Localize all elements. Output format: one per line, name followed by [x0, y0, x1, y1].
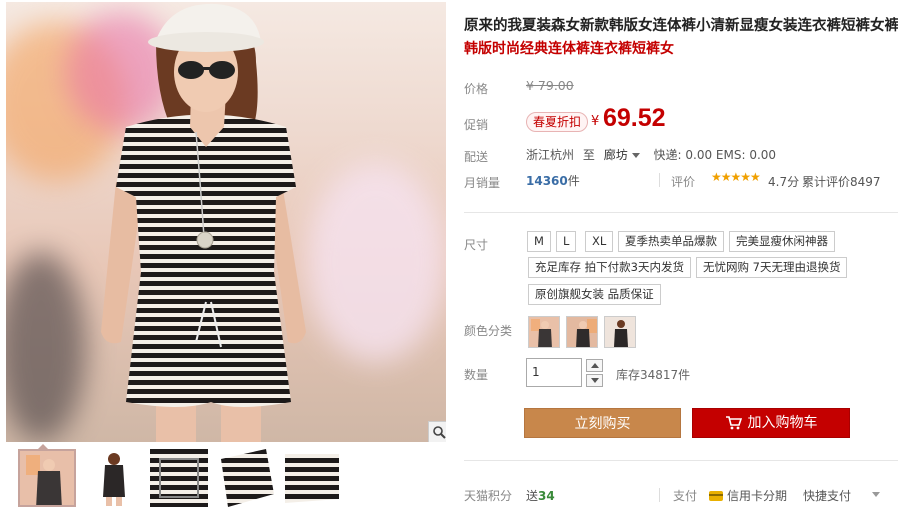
- quick-pay[interactable]: 快捷支付: [803, 487, 851, 504]
- monthly-sales-count: 14360: [526, 174, 568, 188]
- monthly-sales-unit: 件: [567, 174, 580, 188]
- credit-card-icon: [709, 491, 723, 501]
- thumbnail-1[interactable]: [18, 449, 76, 507]
- shipping-origin: 浙江杭州: [526, 148, 575, 162]
- shipping-info: 浙江杭州 至 廊坊 快递: 0.00 EMS: 0.00: [526, 146, 776, 163]
- divider: [464, 212, 898, 213]
- divider: [464, 460, 898, 461]
- payment-label: 支付: [673, 489, 698, 503]
- promo-label: 促销: [464, 118, 489, 132]
- promo-currency: ¥: [591, 114, 600, 129]
- magnifier-icon: [433, 426, 446, 439]
- points-number: 34: [538, 489, 555, 503]
- size-option[interactable]: 无忧网购 7天无理由退换货: [696, 257, 848, 278]
- chevron-down-icon[interactable]: [872, 492, 880, 497]
- zoom-button[interactable]: [428, 421, 446, 442]
- quantity-input[interactable]: 1: [526, 358, 582, 387]
- thumbnail-2[interactable]: [85, 449, 143, 507]
- add-to-cart-button[interactable]: 加入购物车: [692, 408, 850, 438]
- size-option[interactable]: M: [527, 231, 551, 252]
- credit-card-label: 信用卡分期: [727, 489, 788, 503]
- product-subtitle: 韩版时尚经典连体裤连衣裤短裤女: [464, 41, 674, 57]
- promo-price: 69.52: [603, 104, 666, 132]
- shipping-to: 至: [582, 148, 595, 162]
- promo-badge: 春夏折扣: [526, 112, 589, 132]
- size-option[interactable]: L: [556, 231, 577, 252]
- size-option[interactable]: 原创旗舰女装 品质保证: [528, 284, 661, 305]
- shipping-destination: 廊坊: [603, 148, 628, 162]
- monthly-sales-label: 月销量: [464, 176, 501, 190]
- size-option[interactable]: 充足库存 拍下付款3天内发货: [528, 257, 691, 278]
- stock-count: 库存34817件: [616, 368, 691, 382]
- color-label: 颜色分类: [464, 324, 513, 338]
- thumbnail-5[interactable]: [283, 449, 341, 507]
- quantity-decrease-button[interactable]: [586, 374, 603, 387]
- size-option[interactable]: 完美显瘦休闲神器: [729, 231, 835, 252]
- chevron-down-icon: [590, 378, 599, 383]
- model-figure: [101, 3, 306, 442]
- color-swatch-2[interactable]: [566, 316, 598, 348]
- size-option[interactable]: XL: [585, 231, 614, 252]
- quantity-label: 数量: [464, 368, 489, 382]
- add-to-cart-label: 加入购物车: [747, 415, 818, 431]
- credit-card-installment[interactable]: 信用卡分期: [709, 487, 787, 504]
- main-product-image: [6, 2, 446, 442]
- points-label: 天猫积分: [464, 489, 513, 503]
- product-title: 原来的我夏装森女新款韩版女连体裤小清新显瘦女装连衣裤短裤女裤: [464, 18, 898, 34]
- divider: [659, 488, 660, 502]
- rating-label: 评价: [671, 175, 696, 189]
- size-option[interactable]: 夏季热卖单品爆款: [618, 231, 724, 252]
- shipping-label: 配送: [464, 150, 489, 164]
- size-label: 尺寸: [464, 238, 489, 252]
- rating-score: 4.7分: [768, 175, 800, 189]
- buy-now-button[interactable]: 立刻购买: [524, 408, 681, 438]
- color-swatch-3[interactable]: [604, 316, 636, 348]
- price-label: 价格: [464, 82, 489, 96]
- shipping-fees: 快递: 0.00 EMS: 0.00: [653, 148, 777, 162]
- color-swatch-1[interactable]: [528, 316, 560, 348]
- original-price: ¥ 79.00: [526, 78, 574, 93]
- shipping-destination-select[interactable]: 廊坊: [604, 148, 650, 162]
- points-prefix: 送: [526, 489, 539, 503]
- points-value: 送34: [526, 487, 555, 504]
- review-count-link[interactable]: 累计评价8497: [802, 173, 881, 190]
- monthly-sales: 14360件: [526, 172, 580, 189]
- chevron-up-icon: [590, 363, 599, 368]
- thumbnail-4[interactable]: [216, 449, 274, 507]
- rating-stars-icon: ★★★★★: [711, 170, 761, 184]
- quantity-increase-button[interactable]: [586, 359, 603, 372]
- thumbnail-3[interactable]: [150, 449, 208, 507]
- cart-icon: [725, 416, 742, 430]
- chevron-down-icon: [631, 153, 640, 158]
- divider: [659, 173, 660, 187]
